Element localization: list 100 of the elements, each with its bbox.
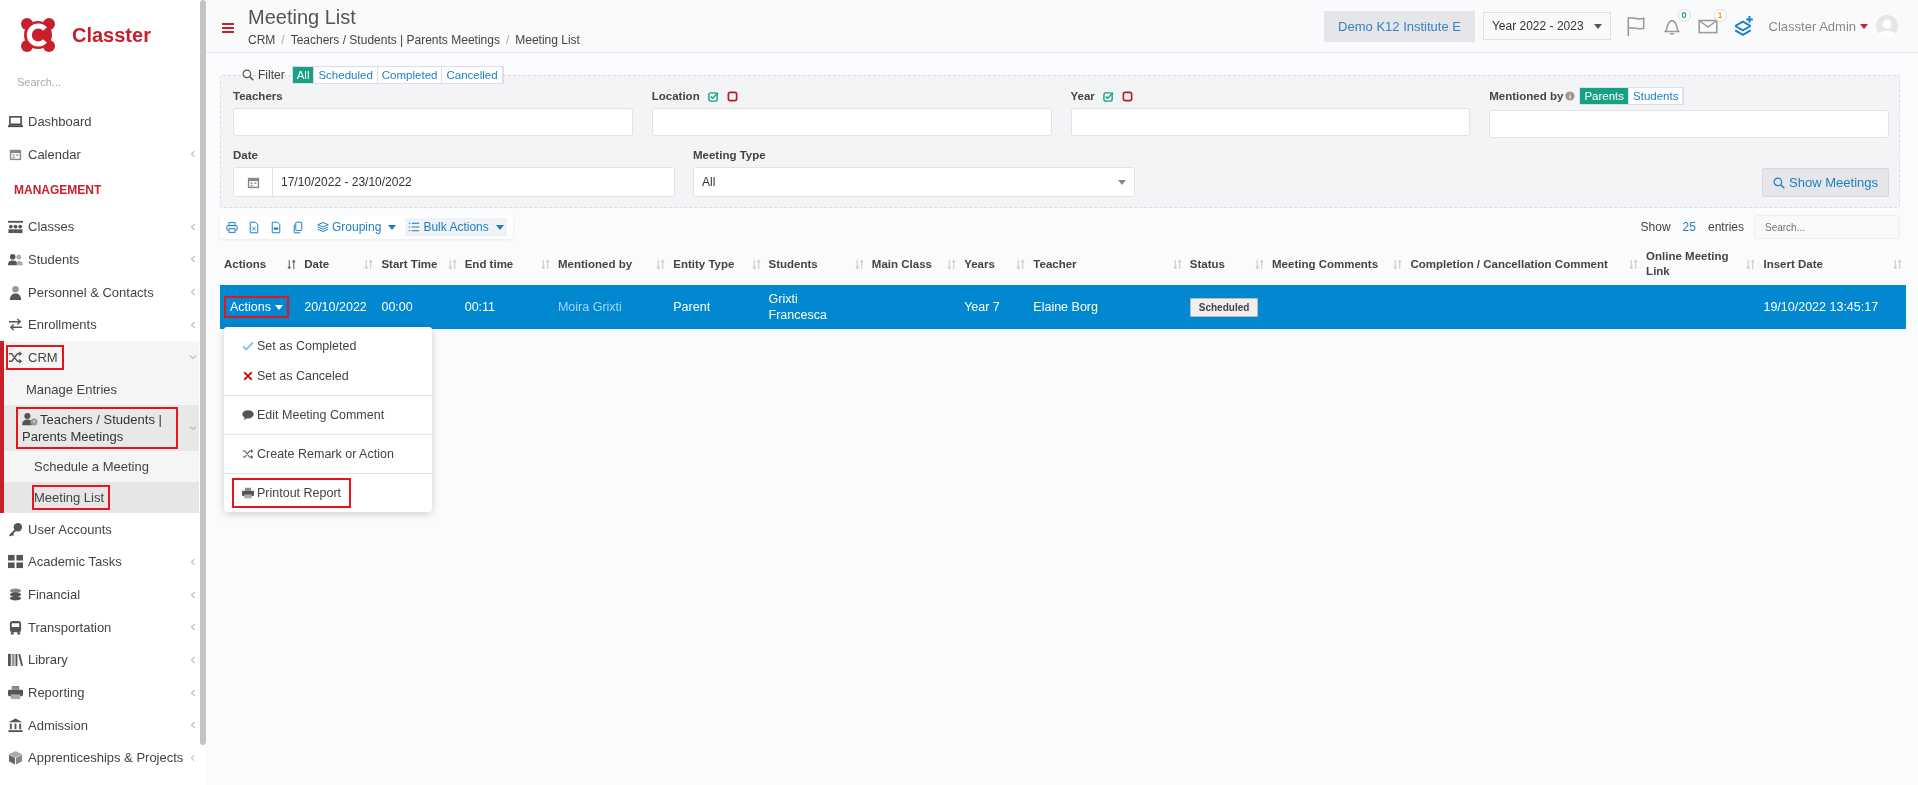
person-icon (8, 284, 23, 300)
column-header[interactable]: Mentioned by (557, 256, 633, 272)
avatar-icon[interactable] (1876, 15, 1898, 37)
column-header[interactable]: Insert Date (1763, 256, 1823, 272)
column-header[interactable]: Main Class (871, 256, 932, 272)
column-header[interactable]: Completion / Cancellation Comment (1410, 256, 1608, 272)
column-header[interactable]: End time (464, 256, 514, 272)
books-icon (8, 652, 23, 668)
bank-icon (8, 717, 23, 733)
column-header[interactable]: Teacher (1033, 256, 1077, 272)
menu-item[interactable]: User Accounts (0, 512, 199, 546)
menu-item[interactable]: Apprenticeships & Projects (0, 741, 199, 775)
menu-item[interactable]: Academic Tasks (0, 545, 199, 579)
column-header[interactable]: Meeting Comments (1272, 256, 1379, 272)
field-label: Teachers (233, 90, 283, 102)
menu-item[interactable]: Financial (0, 578, 199, 611)
input-field[interactable] (233, 108, 633, 136)
column-header[interactable]: Date (304, 256, 330, 272)
date-range-field[interactable]: 17/10/2022 - 23/10/2022 (233, 167, 675, 197)
table-cell: 00:11 (464, 300, 496, 314)
printer-icon[interactable] (226, 220, 238, 234)
grouping-button[interactable]: Grouping (314, 218, 400, 236)
checked-box-icon[interactable] (1102, 90, 1114, 102)
menu-item[interactable]: Set as Canceled (232, 361, 359, 391)
scrollbar[interactable] (200, 0, 206, 745)
menu-item[interactable]: Create Remark or Action (232, 439, 404, 469)
swap-arrows-icon (8, 317, 23, 333)
breadcrumb-item[interactable]: Teachers / Students | Parents Meetings (290, 32, 500, 47)
copy-icon[interactable] (292, 220, 304, 234)
cube-icon (8, 750, 23, 766)
menu-item[interactable]: Calendar (0, 137, 199, 171)
column-header[interactable]: Start Time (381, 256, 438, 272)
menu-item[interactable]: Transportation (0, 610, 199, 644)
shuffle-icon (8, 349, 23, 365)
column-header[interactable]: Entity Type (673, 256, 735, 272)
layers-plus-icon[interactable] (1732, 15, 1755, 37)
table-cell: Elaine Borg (1033, 300, 1098, 314)
menu-item[interactable]: Library (0, 643, 199, 677)
logo-icon[interactable] (18, 15, 58, 55)
submenu-item[interactable]: Teachers / Students | Parents Meetings (4, 404, 199, 451)
input-field[interactable] (651, 108, 1052, 136)
menu-item[interactable]: CRM (4, 341, 199, 374)
show-meetings-button[interactable]: Show Meetings (1762, 168, 1889, 197)
empty-box-icon[interactable] (1121, 90, 1133, 102)
menu-item[interactable]: Admission (0, 708, 199, 742)
year-dropdown[interactable]: Year 2022 - 2023 (1482, 12, 1611, 40)
info-icon (1565, 91, 1576, 101)
menu-item[interactable]: Classes (0, 210, 199, 244)
menu-item[interactable]: Printout Report (232, 478, 352, 508)
list-icon (408, 221, 421, 233)
spreadsheet-file-icon[interactable] (248, 220, 260, 234)
printer-icon (8, 685, 23, 701)
breadcrumb-item: Meeting List (515, 32, 580, 47)
status-badge: Scheduled (1189, 298, 1259, 317)
people-group-icon (8, 219, 23, 235)
field-label: Date (233, 148, 259, 163)
filter-label: Filter (258, 68, 285, 82)
entries-label: entries (1707, 220, 1744, 234)
close-icon (242, 370, 254, 382)
meeting-type-select[interactable]: All (693, 167, 1135, 197)
table-cell: Year 7 (964, 300, 1000, 314)
menu-item[interactable]: Reporting (0, 676, 199, 709)
menu-item[interactable]: Set as Completed (232, 331, 367, 361)
chevron-icon (189, 423, 197, 432)
menu-item[interactable]: Personnel & Contacts (0, 275, 199, 309)
field-label: Mentioned by (1489, 90, 1564, 102)
menu-icon[interactable] (222, 23, 234, 33)
breadcrumb-item[interactable]: CRM (248, 32, 276, 47)
submenu-item[interactable]: Schedule a Meeting (4, 450, 199, 482)
key-icon (8, 521, 23, 537)
empty-box-icon[interactable] (726, 90, 738, 102)
menu-item[interactable]: Dashboard (0, 105, 199, 138)
sort-icon[interactable] (287, 258, 297, 270)
search-icon (1773, 176, 1786, 189)
column-header[interactable]: Online Meeting Link (1646, 249, 1744, 279)
menu-item[interactable]: Edit Meeting Comment (232, 400, 395, 430)
checked-box-icon[interactable] (707, 90, 719, 102)
column-header[interactable]: Students (768, 256, 818, 272)
column-header[interactable]: Status (1189, 256, 1225, 272)
actions-button[interactable]: Actions (224, 296, 289, 318)
page-size-select[interactable]: 25 (1676, 220, 1702, 234)
check-icon (242, 340, 254, 352)
input-field[interactable] (1489, 110, 1889, 138)
submenu-item[interactable]: Manage Entries (4, 373, 199, 405)
file-icon[interactable] (270, 220, 282, 234)
laptop-icon (8, 113, 23, 129)
submenu-item[interactable]: Meeting List (4, 481, 199, 513)
menu-item[interactable]: Students (0, 243, 199, 276)
caret-icon (1118, 179, 1126, 185)
menu-item[interactable]: Enrollments (0, 308, 199, 342)
notification-count: 0 (1677, 9, 1691, 22)
bulk-actions-button[interactable]: Bulk Actions (405, 218, 507, 236)
search-field[interactable]: Search... (1754, 215, 1900, 239)
table-cell-text: Grixti Francesca (768, 291, 828, 323)
layers-icon (317, 221, 329, 233)
column-header[interactable]: Actions (224, 256, 267, 272)
caret-icon (275, 304, 283, 310)
column-header[interactable]: Years (964, 256, 995, 272)
input-field[interactable] (1070, 108, 1471, 136)
search-icon (242, 69, 254, 81)
